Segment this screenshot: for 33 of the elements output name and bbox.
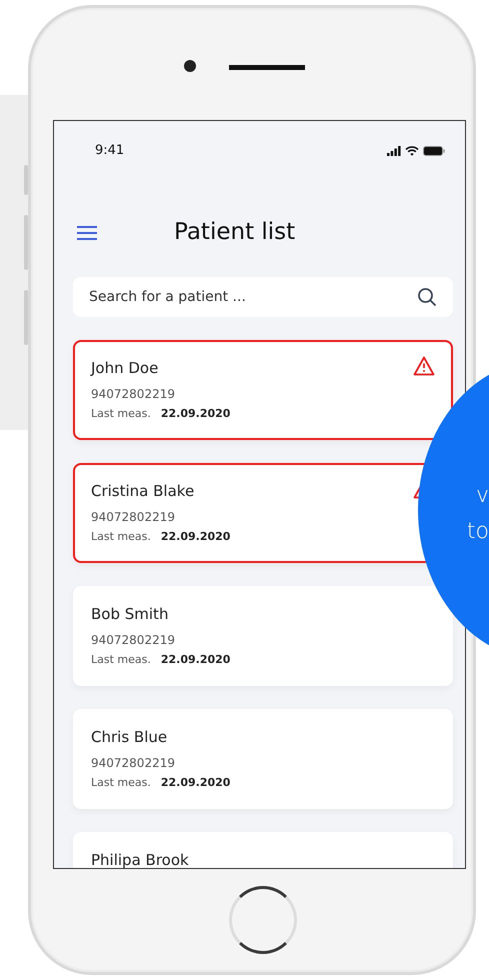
patient-card[interactable]: John Doe 94072802219 Last meas. 22.09.2020 bbox=[73, 340, 453, 440]
measurement-date: 22.09.2020 bbox=[160, 774, 230, 790]
patient-card[interactable]: Chris Blue 94072802219 Last meas. 22.09.2020 bbox=[73, 708, 453, 808]
patient-card[interactable]: Bob Smith 94072802219 Last meas. 22.09.2020 bbox=[73, 586, 453, 686]
status-time: 9:41 bbox=[95, 142, 124, 160]
measurement-date: 22.09.2020 bbox=[160, 406, 230, 422]
patient-id: 94072802219 bbox=[91, 632, 176, 648]
overlay-text: to bbox=[466, 518, 489, 546]
measurement-label: Last meas. bbox=[91, 652, 151, 668]
measurement-label: Last meas. bbox=[91, 774, 151, 790]
patient-name: Bob Smith bbox=[91, 604, 168, 624]
patient-name: Cristina Blake bbox=[91, 480, 194, 500]
search-field[interactable]: Search for a patient ... bbox=[73, 276, 453, 316]
patient-name: John Doe bbox=[91, 358, 158, 378]
measurement-date: 22.09.2020 bbox=[160, 528, 230, 544]
overlay-text: v bbox=[476, 482, 489, 510]
signal-icon bbox=[387, 146, 401, 156]
warning-icon bbox=[413, 356, 435, 376]
measurement-label: Last meas. bbox=[91, 406, 151, 422]
measurement-date: 22.09.2020 bbox=[160, 652, 230, 668]
patient-id: 94072802219 bbox=[91, 754, 176, 770]
menu-icon[interactable] bbox=[77, 224, 97, 240]
page-title: Patient list bbox=[174, 218, 296, 246]
patient-name: Philipa Brook bbox=[91, 850, 189, 868]
patient-id: 94072802219 bbox=[91, 386, 176, 402]
measurement-label: Last meas. bbox=[91, 528, 151, 544]
patient-name: Chris Blue bbox=[91, 726, 168, 746]
patient-card[interactable]: Philipa Brook bbox=[73, 832, 453, 868]
home-button[interactable] bbox=[229, 886, 297, 954]
battery-icon bbox=[423, 146, 445, 156]
wifi-icon bbox=[405, 146, 419, 156]
search-icon[interactable] bbox=[417, 286, 437, 306]
patient-id: 94072802219 bbox=[91, 508, 176, 524]
